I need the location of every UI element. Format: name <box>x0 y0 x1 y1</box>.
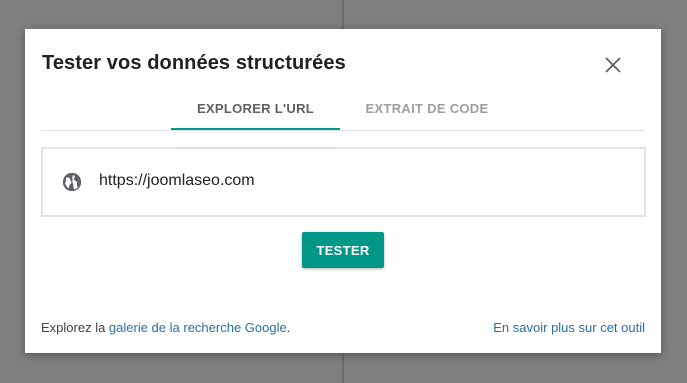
close-button[interactable] <box>599 51 627 79</box>
dialog-title: Tester vos données structurées <box>42 52 346 74</box>
explore-prefix: Explorez la <box>41 320 109 335</box>
tab-bar: EXPLORER L'URL EXTRAIT DE CODE <box>41 89 644 131</box>
test-structured-data-dialog: Tester vos données structurées EXPLORER … <box>25 29 661 353</box>
test-button[interactable]: TESTER <box>302 232 384 268</box>
close-icon <box>605 57 621 73</box>
explore-suffix: . <box>286 320 291 335</box>
gallery-footer-text: Explorez la galerie de la recherche Goog… <box>41 320 290 335</box>
tab-code-snippet[interactable]: EXTRAIT DE CODE <box>341 89 513 128</box>
tab-explore-url[interactable]: EXPLORER L'URL <box>171 89 340 130</box>
url-field-container <box>41 147 646 217</box>
globe-icon <box>62 172 82 192</box>
gallery-link[interactable]: galerie de la recherche Google <box>109 320 287 335</box>
url-input[interactable] <box>99 167 619 195</box>
learn-more-link[interactable]: En savoir plus sur cet outil <box>493 320 645 335</box>
